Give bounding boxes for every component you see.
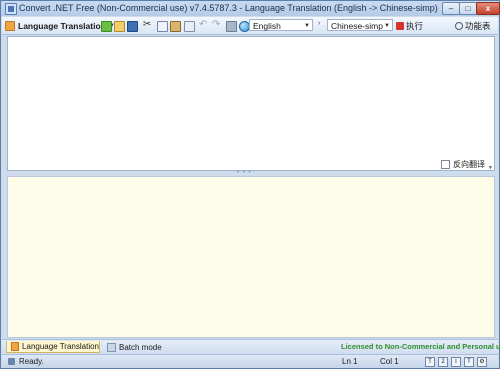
language-arrow: › bbox=[318, 20, 321, 27]
status-button-1[interactable]: T bbox=[425, 357, 435, 367]
translation-tab-icon bbox=[11, 342, 20, 351]
status-button-4[interactable]: T bbox=[464, 357, 474, 367]
chevron-down-icon: ▼ bbox=[384, 23, 390, 29]
execute-icon bbox=[396, 21, 404, 30]
open-folder-icon[interactable] bbox=[114, 21, 125, 32]
status-button-2[interactable]: 2 bbox=[438, 357, 448, 367]
scroll-down-icon[interactable]: ▼ bbox=[488, 165, 493, 171]
screenshot-icon[interactable] bbox=[226, 21, 237, 32]
batch-tab-icon bbox=[107, 342, 116, 352]
help-icon bbox=[455, 21, 463, 30]
tab-label: Batch mode bbox=[119, 342, 162, 352]
app-window: Convert .NET Free (Non-Commercial use) v… bbox=[0, 0, 500, 369]
reverse-translate-checkbox[interactable] bbox=[441, 160, 450, 169]
status-bar: Ready. Ln 1 Col 1 T 2 I T ⚙ bbox=[2, 354, 498, 368]
toolbar: Language Translation ▼ ✂ ↶ ↷ English ▼ ›… bbox=[2, 17, 498, 35]
target-text-area[interactable] bbox=[7, 176, 495, 338]
function-menu-button[interactable]: 功能表 bbox=[455, 19, 497, 32]
column-indicator: Col 1 bbox=[380, 357, 399, 366]
status-button-3[interactable]: I bbox=[451, 357, 461, 367]
undo-icon[interactable]: ↶ bbox=[199, 19, 207, 32]
reverse-translate-option[interactable]: 反向翻译 bbox=[441, 159, 485, 170]
tab-batch-mode[interactable]: Batch mode bbox=[105, 341, 177, 353]
mode-label: Language Translation bbox=[18, 20, 106, 31]
translation-mode-icon bbox=[5, 20, 15, 31]
target-language-value: Chinese-simp bbox=[331, 21, 383, 31]
chevron-down-icon: ▼ bbox=[304, 23, 310, 29]
paste-icon[interactable] bbox=[170, 21, 181, 32]
new-icon[interactable] bbox=[101, 21, 112, 32]
redo-icon[interactable]: ↷ bbox=[212, 19, 220, 32]
maximize-button[interactable]: □ bbox=[459, 2, 477, 15]
status-icon bbox=[8, 358, 15, 365]
edit-icon[interactable] bbox=[184, 21, 195, 32]
line-indicator: Ln 1 bbox=[342, 357, 358, 366]
status-text: Ready. bbox=[19, 357, 44, 366]
mode-dropdown-button[interactable]: Language Translation ▼ bbox=[5, 19, 115, 32]
license-text: Licensed to Non-Commercial and Personal … bbox=[341, 342, 500, 351]
splitter-grip-icon[interactable]: • • • bbox=[237, 170, 253, 176]
tab-label: Language Translation bbox=[22, 342, 99, 351]
save-icon[interactable] bbox=[127, 21, 138, 32]
close-button[interactable]: x bbox=[476, 2, 500, 15]
execute-label: 执行 bbox=[406, 20, 424, 31]
minimize-button[interactable]: – bbox=[442, 2, 460, 15]
execute-button[interactable]: 执行 bbox=[396, 19, 426, 32]
function-menu-label: 功能表 bbox=[465, 20, 491, 31]
reverse-translate-label: 反向翻译 bbox=[453, 160, 485, 169]
tab-language-translation[interactable]: Language Translation bbox=[6, 341, 100, 353]
source-language-value: English bbox=[253, 21, 281, 31]
copy-icon[interactable] bbox=[157, 21, 168, 32]
status-settings-icon[interactable]: ⚙ bbox=[477, 357, 487, 367]
target-language-select[interactable]: Chinese-simp ▼ bbox=[327, 19, 393, 31]
source-text-area[interactable] bbox=[7, 36, 495, 171]
title-bar: Convert .NET Free (Non-Commercial use) v… bbox=[1, 1, 500, 16]
cut-icon[interactable]: ✂ bbox=[143, 19, 151, 32]
window-title: Convert .NET Free (Non-Commercial use) v… bbox=[19, 3, 438, 13]
source-language-select[interactable]: English ▼ bbox=[249, 19, 313, 31]
app-icon bbox=[5, 3, 17, 15]
